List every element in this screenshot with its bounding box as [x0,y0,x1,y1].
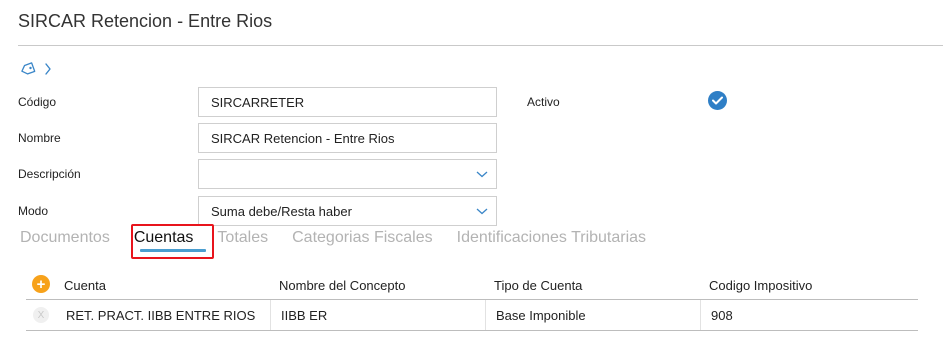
column-header-tipo-cuenta[interactable]: Tipo de Cuenta [494,271,582,299]
breadcrumb [20,62,52,76]
check-icon [712,96,723,105]
nombre-input[interactable]: SIRCAR Retencion - Entre Rios [198,123,497,153]
column-header-nombre-concepto[interactable]: Nombre del Concepto [279,271,405,299]
chevron-down-icon [476,208,488,215]
cuentas-grid: + Cuenta Nombre del Concepto Tipo de Cue… [26,271,918,331]
add-row-button[interactable]: + [32,275,50,293]
tab-totales[interactable]: Totales [217,229,268,247]
nombre-value: SIRCAR Retencion - Entre Rios [211,130,395,146]
modo-value: Suma debe/Resta haber [211,203,352,219]
column-header-cuenta[interactable]: Cuenta [64,271,106,299]
cell-codigo-impositivo[interactable]: 908 [711,300,733,330]
delete-row-button[interactable]: X [33,307,49,323]
modo-label: Modo [18,204,49,218]
tag-icon[interactable] [20,62,36,76]
column-divider [700,300,701,330]
activo-checkbox[interactable] [708,91,727,110]
cell-nombre-concepto[interactable]: IIBB ER [281,300,327,330]
codigo-input[interactable]: SIRCARRETER [198,87,497,117]
tab-bar: Documentos Cuentas Totales Categorias Fi… [20,229,670,255]
activo-label: Activo [527,95,560,109]
descripcion-select[interactable] [198,159,497,189]
chevron-down-icon [476,171,488,178]
cell-tipo-cuenta[interactable]: Base Imponible [496,300,586,330]
page-title: SIRCAR Retencion - Entre Rios [18,11,273,31]
chevron-right-icon[interactable] [44,62,52,76]
modo-select[interactable]: Suma debe/Resta haber [198,196,497,226]
codigo-label: Código [18,95,57,109]
descripcion-label: Descripción [18,167,81,181]
tab-categorias-fiscales[interactable]: Categorias Fiscales [292,229,433,247]
column-divider [485,300,486,330]
tab-highlight-box [131,224,214,259]
tab-documentos[interactable]: Documentos [20,229,110,247]
table-row[interactable]: X RET. PRACT. IIBB ENTRE RIOS IIBB ER Ba… [26,300,918,331]
codigo-value: SIRCARRETER [211,94,305,110]
column-divider [270,300,271,330]
grid-header: + Cuenta Nombre del Concepto Tipo de Cue… [26,271,918,300]
cell-cuenta[interactable]: RET. PRACT. IIBB ENTRE RIOS [66,300,255,330]
column-header-codigo-impositivo[interactable]: Codigo Impositivo [709,271,812,299]
nombre-label: Nombre [18,131,61,145]
tab-identificaciones-tributarias[interactable]: Identificaciones Tributarias [457,229,646,247]
title-divider [18,45,943,46]
